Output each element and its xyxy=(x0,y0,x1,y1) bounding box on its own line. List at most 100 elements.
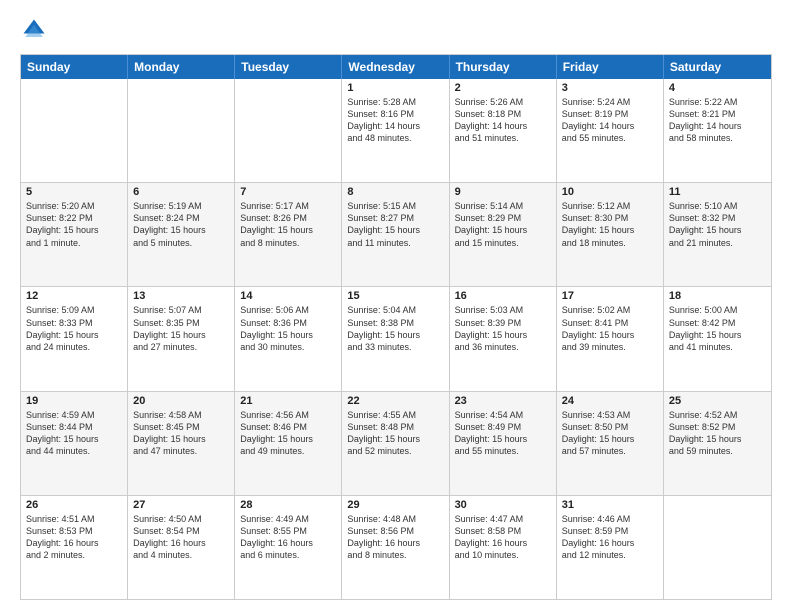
cell-line: Daylight: 15 hours xyxy=(133,433,229,445)
cell-line: Daylight: 15 hours xyxy=(26,224,122,236)
cell-line: Sunrise: 5:20 AM xyxy=(26,200,122,212)
cell-line: and 12 minutes. xyxy=(562,549,658,561)
cell-line: Sunrise: 5:02 AM xyxy=(562,304,658,316)
cell-line: and 41 minutes. xyxy=(669,341,766,353)
day-number: 31 xyxy=(562,499,658,511)
cell-line: Sunset: 8:49 PM xyxy=(455,421,551,433)
day-number: 7 xyxy=(240,186,336,198)
cell-line: Daylight: 15 hours xyxy=(669,433,766,445)
cell-line: and 36 minutes. xyxy=(455,341,551,353)
cell-line: Sunrise: 4:52 AM xyxy=(669,409,766,421)
calendar-cell: 26Sunrise: 4:51 AMSunset: 8:53 PMDayligh… xyxy=(21,496,128,599)
cell-line: and 48 minutes. xyxy=(347,132,443,144)
cell-line: Sunrise: 5:19 AM xyxy=(133,200,229,212)
cell-line: Sunrise: 5:04 AM xyxy=(347,304,443,316)
cell-line: Sunset: 8:52 PM xyxy=(669,421,766,433)
calendar-cell: 30Sunrise: 4:47 AMSunset: 8:58 PMDayligh… xyxy=(450,496,557,599)
cell-line: Sunset: 8:55 PM xyxy=(240,525,336,537)
calendar-cell: 8 Sunrise: 5:15 AMSunset: 8:27 PMDaylight… xyxy=(342,183,449,286)
cell-line: Sunset: 8:27 PM xyxy=(347,212,443,224)
calendar-header-cell: Tuesday xyxy=(235,55,342,79)
day-number: 8 xyxy=(347,186,443,198)
cell-line: Sunrise: 5:07 AM xyxy=(133,304,229,316)
cell-line: and 33 minutes. xyxy=(347,341,443,353)
cell-line: Daylight: 15 hours xyxy=(347,329,443,341)
cell-line: and 5 minutes. xyxy=(133,237,229,249)
cell-line: Daylight: 16 hours xyxy=(562,537,658,549)
cell-line: and 59 minutes. xyxy=(669,445,766,457)
cell-line: and 55 minutes. xyxy=(455,445,551,457)
day-number: 26 xyxy=(26,499,122,511)
cell-line: and 47 minutes. xyxy=(133,445,229,457)
cell-line: and 6 minutes. xyxy=(240,549,336,561)
cell-line: Sunset: 8:50 PM xyxy=(562,421,658,433)
calendar-header-cell: Sunday xyxy=(21,55,128,79)
cell-line: Sunrise: 4:59 AM xyxy=(26,409,122,421)
cell-line: Sunset: 8:45 PM xyxy=(133,421,229,433)
calendar-header-cell: Saturday xyxy=(664,55,771,79)
cell-line: Daylight: 14 hours xyxy=(347,120,443,132)
calendar-cell: 28Sunrise: 4:49 AMSunset: 8:55 PMDayligh… xyxy=(235,496,342,599)
cell-line: Daylight: 15 hours xyxy=(455,433,551,445)
cell-line: and 8 minutes. xyxy=(240,237,336,249)
calendar-cell: 2Sunrise: 5:26 AMSunset: 8:18 PMDaylight… xyxy=(450,79,557,182)
cell-line: and 27 minutes. xyxy=(133,341,229,353)
cell-line: Daylight: 15 hours xyxy=(669,329,766,341)
day-number: 19 xyxy=(26,395,122,407)
calendar-cell: 6Sunrise: 5:19 AMSunset: 8:24 PMDaylight… xyxy=(128,183,235,286)
cell-line: and 24 minutes. xyxy=(26,341,122,353)
calendar-cell: 25Sunrise: 4:52 AMSunset: 8:52 PMDayligh… xyxy=(664,392,771,495)
cell-line: Sunset: 8:30 PM xyxy=(562,212,658,224)
day-number: 22 xyxy=(347,395,443,407)
cell-line: Sunrise: 5:10 AM xyxy=(669,200,766,212)
cell-line: Sunrise: 4:53 AM xyxy=(562,409,658,421)
day-number: 3 xyxy=(562,82,658,94)
calendar-cell: 1Sunrise: 5:28 AMSunset: 8:16 PMDaylight… xyxy=(342,79,449,182)
day-number: 27 xyxy=(133,499,229,511)
cell-line: Sunset: 8:22 PM xyxy=(26,212,122,224)
cell-line: Sunrise: 5:12 AM xyxy=(562,200,658,212)
calendar-header-cell: Wednesday xyxy=(342,55,449,79)
cell-line: Daylight: 15 hours xyxy=(133,224,229,236)
cell-line: Sunset: 8:58 PM xyxy=(455,525,551,537)
calendar-cell: 4Sunrise: 5:22 AMSunset: 8:21 PMDaylight… xyxy=(664,79,771,182)
cell-line: Daylight: 15 hours xyxy=(26,433,122,445)
calendar-cell: 18Sunrise: 5:00 AMSunset: 8:42 PMDayligh… xyxy=(664,287,771,390)
cell-line: Sunset: 8:32 PM xyxy=(669,212,766,224)
cell-line: and 55 minutes. xyxy=(562,132,658,144)
cell-line: Daylight: 15 hours xyxy=(240,329,336,341)
cell-line: Daylight: 15 hours xyxy=(26,329,122,341)
cell-line: Daylight: 15 hours xyxy=(347,224,443,236)
cell-line: Sunrise: 4:54 AM xyxy=(455,409,551,421)
cell-line: Daylight: 15 hours xyxy=(455,224,551,236)
cell-line: Sunrise: 5:15 AM xyxy=(347,200,443,212)
calendar-cell: 15Sunrise: 5:04 AMSunset: 8:38 PMDayligh… xyxy=(342,287,449,390)
cell-line: Sunset: 8:48 PM xyxy=(347,421,443,433)
cell-line: Sunset: 8:42 PM xyxy=(669,317,766,329)
cell-line: and 30 minutes. xyxy=(240,341,336,353)
cell-line: Daylight: 15 hours xyxy=(240,224,336,236)
cell-line: Sunrise: 5:14 AM xyxy=(455,200,551,212)
cell-line: Sunset: 8:21 PM xyxy=(669,108,766,120)
day-number: 23 xyxy=(455,395,551,407)
day-number: 17 xyxy=(562,290,658,302)
calendar-cell: 21Sunrise: 4:56 AMSunset: 8:46 PMDayligh… xyxy=(235,392,342,495)
cell-line: and 18 minutes. xyxy=(562,237,658,249)
calendar-cell: 20Sunrise: 4:58 AMSunset: 8:45 PMDayligh… xyxy=(128,392,235,495)
cell-line: Sunrise: 4:51 AM xyxy=(26,513,122,525)
cell-line: Daylight: 14 hours xyxy=(455,120,551,132)
cell-line: Daylight: 15 hours xyxy=(240,433,336,445)
cell-line: Daylight: 15 hours xyxy=(133,329,229,341)
calendar-cell: 31Sunrise: 4:46 AMSunset: 8:59 PMDayligh… xyxy=(557,496,664,599)
cell-line: and 10 minutes. xyxy=(455,549,551,561)
calendar-header-cell: Thursday xyxy=(450,55,557,79)
cell-line: Sunset: 8:19 PM xyxy=(562,108,658,120)
day-number: 4 xyxy=(669,82,766,94)
cell-line: and 4 minutes. xyxy=(133,549,229,561)
cell-line: Daylight: 15 hours xyxy=(669,224,766,236)
calendar-cell: 27Sunrise: 4:50 AMSunset: 8:54 PMDayligh… xyxy=(128,496,235,599)
calendar-header-cell: Monday xyxy=(128,55,235,79)
calendar-cell: 29Sunrise: 4:48 AMSunset: 8:56 PMDayligh… xyxy=(342,496,449,599)
cell-line: Sunset: 8:29 PM xyxy=(455,212,551,224)
day-number: 13 xyxy=(133,290,229,302)
